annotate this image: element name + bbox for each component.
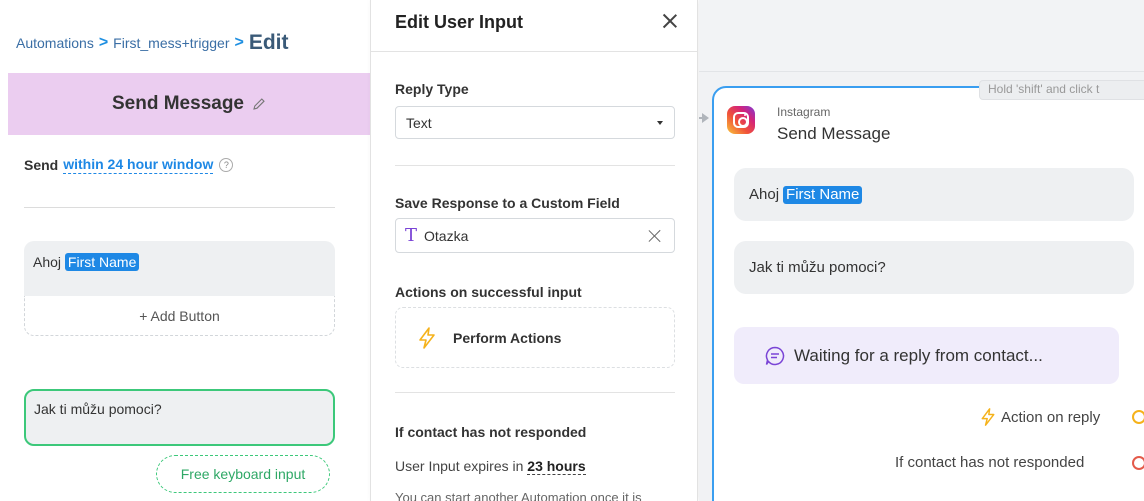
- custom-field-select[interactable]: T Otazka: [395, 218, 675, 253]
- variable-tag-first-name: First Name: [783, 185, 863, 204]
- chevron-down-icon: [657, 121, 663, 125]
- send-message-header: Send Message: [8, 73, 370, 135]
- send-label: Send: [24, 156, 59, 173]
- divider: [395, 165, 675, 166]
- send-window-setting: Send within 24 hour window ?: [24, 155, 234, 174]
- custom-field-value: Otazka: [424, 227, 469, 244]
- divider: [24, 207, 335, 208]
- edit-user-input-panel: Edit User Input Reply Type Text Save Res…: [370, 0, 698, 501]
- expires-value-link[interactable]: 23 hours: [527, 458, 586, 475]
- send-message-title: Send Message: [112, 93, 244, 114]
- variable-tag-first-name[interactable]: First Name: [64, 253, 140, 271]
- node-message-text: Ahoj: [749, 186, 780, 203]
- reply-type-value: Text: [406, 115, 432, 131]
- breadcrumb-automations[interactable]: Automations: [16, 35, 94, 51]
- instagram-icon: [727, 106, 755, 134]
- action-on-reply-port[interactable]: [1132, 410, 1144, 424]
- chevron-right-icon: >: [98, 34, 109, 51]
- flow-editor-panel: Automations > First_mess+trigger > Edit …: [0, 0, 370, 501]
- waiting-for-reply-block[interactable]: Waiting for a reply from contact...: [734, 327, 1119, 384]
- node-message-2-text: Jak ti můžu pomoci?: [749, 259, 886, 276]
- lightning-icon: [419, 326, 435, 349]
- divider: [371, 51, 697, 52]
- expires-setting: User Input expires in 23 hours: [395, 458, 586, 475]
- canvas-hint: Hold 'shift' and click t: [979, 80, 1144, 100]
- breadcrumb: Automations > First_mess+trigger > Edit: [16, 31, 289, 55]
- not-responded-port[interactable]: [1132, 456, 1144, 470]
- canvas-toolbar: [699, 0, 1144, 72]
- node-message-2[interactable]: Jak ti můžu pomoci?: [734, 241, 1134, 294]
- help-icon[interactable]: ?: [219, 157, 234, 172]
- add-button-button[interactable]: + Add Button: [24, 296, 335, 336]
- free-keyboard-input-badge[interactable]: Free keyboard input: [156, 455, 330, 493]
- divider: [395, 392, 675, 393]
- reply-type-label: Reply Type: [395, 81, 469, 97]
- breadcrumb-flow[interactable]: First_mess+trigger: [113, 35, 229, 51]
- action-on-reply-label: Action on reply: [1001, 408, 1101, 426]
- action-on-reply-output: Action on reply: [979, 408, 1100, 426]
- expires-prefix: User Input expires in: [395, 458, 524, 474]
- chevron-right-icon: >: [234, 34, 244, 51]
- user-input-message-block[interactable]: Jak ti můžu pomoci?: [24, 389, 335, 446]
- waiting-text: Waiting for a reply from contact...: [794, 345, 1043, 365]
- chat-bubble-icon: [765, 346, 785, 365]
- message-text-block[interactable]: Ahoj First Name: [24, 241, 335, 296]
- text-type-icon: T: [405, 224, 418, 246]
- clear-icon[interactable]: [648, 229, 662, 243]
- not-responded-output: If contact has not responded: [895, 454, 1084, 471]
- node-title: Send Message: [777, 124, 891, 143]
- breadcrumb-current: Edit: [248, 31, 289, 54]
- node-platform: Instagram: [777, 105, 831, 119]
- close-icon[interactable]: [660, 11, 680, 31]
- not-responded-label: If contact has not responded: [895, 454, 1085, 471]
- pencil-icon[interactable]: [252, 97, 266, 111]
- actions-on-success-label: Actions on successful input: [395, 284, 582, 300]
- send-window-link[interactable]: within 24 hour window: [63, 155, 214, 174]
- node-message-1[interactable]: Ahoj First Name: [734, 168, 1134, 221]
- save-response-label: Save Response to a Custom Field: [395, 195, 620, 211]
- message-text: Ahoj: [33, 254, 62, 270]
- expires-description: You can start another Automation once it…: [395, 490, 642, 501]
- flow-canvas[interactable]: Hold 'shift' and click t Instagram Send …: [699, 0, 1144, 501]
- perform-actions-button[interactable]: Perform Actions: [395, 307, 675, 368]
- lightning-icon: [981, 408, 995, 426]
- arrow-right-icon: [702, 113, 709, 123]
- reply-type-select[interactable]: Text: [395, 106, 675, 139]
- no-response-label: If contact has not responded: [395, 424, 587, 440]
- perform-actions-label: Perform Actions: [453, 329, 562, 346]
- modal-title: Edit User Input: [395, 12, 524, 32]
